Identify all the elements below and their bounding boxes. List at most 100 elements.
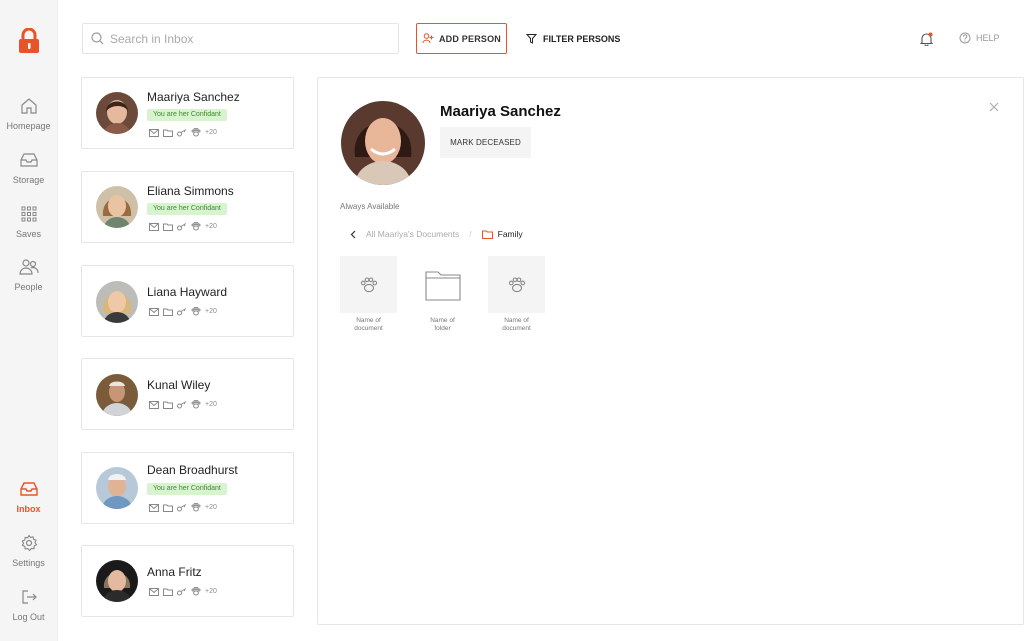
- avatar: [96, 374, 138, 416]
- paw-icon: [191, 587, 201, 596]
- sidebar-item-storage[interactable]: Storage: [0, 151, 57, 185]
- sidebar-item-label: Inbox: [16, 504, 41, 514]
- sidebar-item-log-out[interactable]: Log Out: [0, 588, 57, 622]
- mail-icon: [149, 128, 159, 137]
- gear-icon: [21, 534, 37, 552]
- person-name: Anna Fritz: [147, 565, 202, 579]
- lock-logo-icon[interactable]: [17, 28, 41, 54]
- folder-tile[interactable]: Name of folder: [414, 256, 471, 333]
- key-icon: [177, 128, 187, 136]
- mail-icon: [149, 222, 159, 231]
- asset-count: +20: [205, 401, 217, 408]
- person-card-liana-hayward[interactable]: Liana Hayward +20: [81, 265, 294, 337]
- sidebar-item-label: Homepage: [6, 121, 51, 131]
- avatar: [96, 186, 138, 228]
- mark-deceased-button[interactable]: MARK DECEASED: [440, 127, 531, 158]
- mail-icon: [149, 400, 159, 409]
- filter-persons-button[interactable]: FILTER PERSONS: [526, 23, 620, 54]
- folder-icon: [481, 230, 493, 239]
- person-detail-panel: Maariya Sanchez MARK DECEASED Always Ava…: [317, 77, 1024, 625]
- confidant-badge: You are her Confidant: [147, 203, 227, 215]
- person-name: Eliana Simmons: [147, 184, 234, 198]
- add-person-label: ADD PERSON: [438, 33, 501, 44]
- document-thumbnail: [488, 256, 545, 313]
- paw-icon: [191, 128, 201, 137]
- availability-status: Always Available: [340, 202, 400, 211]
- sidebar-item-label: People: [14, 282, 43, 292]
- person-card-anna-fritz[interactable]: Anna Fritz +20: [81, 545, 294, 617]
- bell-icon[interactable]: [920, 32, 933, 46]
- paw-icon: [191, 307, 201, 316]
- asset-count: +20: [205, 588, 217, 595]
- person-asset-icons: +20: [149, 587, 217, 596]
- sidebar-item-inbox[interactable]: Inbox: [0, 480, 57, 514]
- mail-icon: [149, 587, 159, 596]
- sidebar-item-settings[interactable]: Settings: [0, 534, 57, 568]
- detail-person-name: Maariya Sanchez: [440, 103, 561, 120]
- breadcrumb-current-label: Family: [497, 229, 523, 239]
- folder-icon: [163, 223, 173, 231]
- inbox-icon: [19, 482, 38, 496]
- sidebar-item-label: Settings: [12, 558, 45, 568]
- person-name: Kunal Wiley: [147, 378, 211, 392]
- add-person-button[interactable]: ADD PERSON: [416, 23, 507, 54]
- document-tile[interactable]: Name of document: [488, 256, 545, 333]
- paw-icon: [360, 276, 377, 292]
- person-card-dean-broadhurst[interactable]: Dean Broadhurst You are her Confidant +2…: [81, 452, 294, 524]
- paw-icon: [508, 276, 525, 292]
- sidebar-item-label: Log Out: [12, 612, 45, 622]
- sidebar-item-people[interactable]: People: [0, 258, 57, 292]
- avatar: [96, 467, 138, 509]
- mail-icon: [149, 503, 159, 512]
- folder-icon: [163, 401, 173, 409]
- avatar: [96, 92, 138, 134]
- document-label: Name of document: [354, 317, 383, 332]
- avatar: [96, 281, 138, 323]
- asset-count: +20: [205, 308, 217, 315]
- document-tile[interactable]: Name of document: [340, 256, 397, 333]
- document-thumbnail: [340, 256, 397, 313]
- chevron-left-icon[interactable]: [350, 230, 356, 239]
- folder-icon: [163, 588, 173, 596]
- search-box[interactable]: [82, 23, 399, 54]
- help-label: HELP: [976, 33, 1000, 43]
- sidebar: Homepage Storage Saves People Inbox Sett…: [0, 0, 57, 641]
- folder-thumbnail: [414, 256, 471, 313]
- filter-icon: [526, 34, 537, 44]
- key-icon: [177, 400, 187, 408]
- person-asset-icons: +20: [149, 400, 217, 409]
- avatar: [96, 560, 138, 602]
- breadcrumb-current-folder[interactable]: Family: [481, 229, 523, 239]
- key-icon: [177, 222, 187, 230]
- asset-count: +20: [205, 504, 217, 511]
- main-panel: ADD PERSON FILTER PERSONS HELP Maariya S…: [57, 0, 1024, 641]
- key-icon: [177, 503, 187, 511]
- sidebar-item-homepage[interactable]: Homepage: [0, 97, 57, 131]
- tray-icon: [19, 153, 38, 167]
- breadcrumb-separator: /: [469, 229, 472, 239]
- person-card-eliana-simmons[interactable]: Eliana Simmons You are her Confidant +20: [81, 171, 294, 243]
- help-button[interactable]: HELP: [959, 32, 1000, 44]
- paw-icon: [191, 400, 201, 409]
- key-icon: [177, 587, 187, 595]
- person-card-kunal-wiley[interactable]: Kunal Wiley +20: [81, 358, 294, 430]
- person-name: Liana Hayward: [147, 285, 228, 299]
- folder-icon: [163, 308, 173, 316]
- person-asset-icons: +20: [149, 222, 217, 231]
- grid-icon: [21, 206, 36, 222]
- sidebar-item-saves[interactable]: Saves: [0, 205, 57, 239]
- breadcrumb-all-documents[interactable]: All Maariya's Documents: [366, 229, 459, 239]
- search-input[interactable]: [110, 31, 380, 46]
- sidebar-item-label: Storage: [12, 175, 45, 185]
- person-asset-icons: +20: [149, 128, 217, 137]
- document-label: Name of document: [502, 317, 531, 332]
- asset-count: +20: [205, 129, 217, 136]
- key-icon: [177, 307, 187, 315]
- search-icon: [91, 32, 104, 45]
- folder-icon: [424, 270, 461, 301]
- close-icon[interactable]: [989, 102, 999, 112]
- person-card-maariya-sanchez[interactable]: Maariya Sanchez You are her Confidant +2…: [81, 77, 294, 149]
- add-user-icon: [422, 33, 434, 44]
- confidant-badge: You are her Confidant: [147, 109, 227, 121]
- breadcrumb: All Maariya's Documents / Family: [350, 229, 523, 239]
